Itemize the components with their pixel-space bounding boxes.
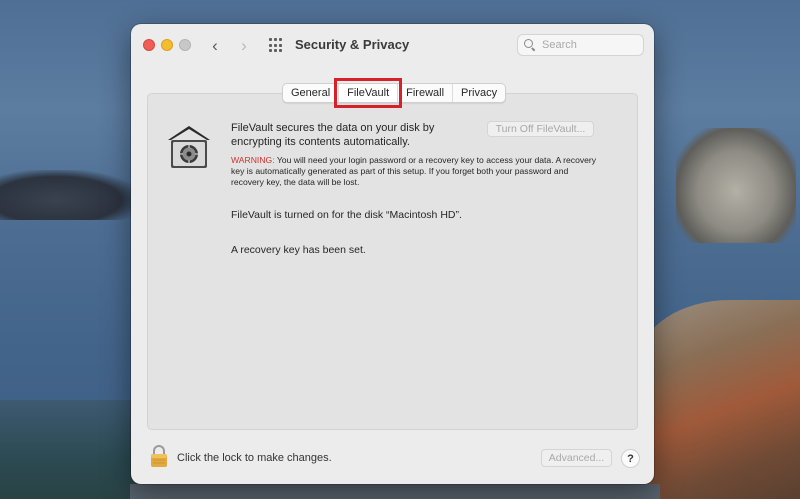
- forward-chevron-icon[interactable]: ›: [235, 36, 253, 54]
- warning-text: You will need your login password or a r…: [231, 155, 597, 187]
- titlebar: ‹ › Security & Privacy: [131, 24, 654, 66]
- tab-filevault[interactable]: FileVault: [334, 78, 403, 108]
- help-button[interactable]: ?: [621, 449, 640, 468]
- wallpaper-rock-left: [0, 170, 140, 220]
- minimize-button[interactable]: [161, 39, 173, 51]
- filevault-warning: WARNING: You will need your login passwo…: [231, 155, 601, 188]
- padlock-icon[interactable]: [150, 444, 168, 468]
- wallpaper-shore: [0, 400, 140, 499]
- tab-firewall[interactable]: Firewall: [397, 84, 452, 102]
- window-title: Security & Privacy: [295, 37, 410, 52]
- filevault-status: FileVault is turned on for the disk “Mac…: [231, 209, 462, 221]
- close-button[interactable]: [143, 39, 155, 51]
- search-field[interactable]: [517, 34, 644, 56]
- search-icon: [524, 39, 536, 51]
- wallpaper-rock-right: [676, 128, 796, 243]
- back-chevron-icon[interactable]: ‹: [206, 36, 224, 54]
- wallpaper-cliff: [640, 300, 800, 499]
- wallpaper-bottom: [130, 484, 660, 499]
- turn-off-filevault-button[interactable]: Turn Off FileVault...: [487, 121, 594, 137]
- warning-label: WARNING:: [231, 155, 275, 165]
- show-all-grid-icon[interactable]: [269, 38, 284, 53]
- tab-bar: General FileVault Firewall Privacy: [282, 78, 507, 108]
- filevault-safe-icon: [168, 126, 210, 168]
- filevault-description: FileVault secures the data on your disk …: [231, 122, 435, 148]
- tab-privacy[interactable]: Privacy: [452, 84, 505, 102]
- advanced-button[interactable]: Advanced...: [541, 449, 612, 467]
- lock-label: Click the lock to make changes.: [177, 452, 332, 464]
- search-input[interactable]: [542, 39, 637, 51]
- recovery-key-status: A recovery key has been set.: [231, 244, 366, 256]
- tab-general[interactable]: General: [283, 84, 338, 102]
- security-privacy-window: ‹ › Security & Privacy General FileVault…: [131, 24, 654, 484]
- zoom-button[interactable]: [179, 39, 191, 51]
